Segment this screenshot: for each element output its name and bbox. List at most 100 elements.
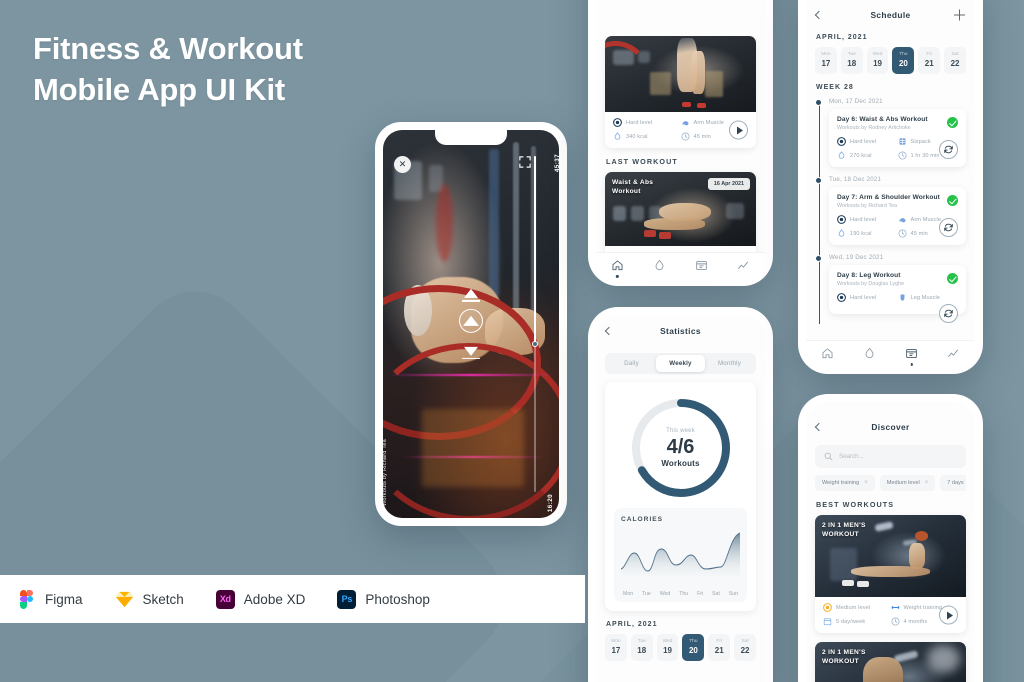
detail-label: 1 hr 30 min bbox=[910, 152, 940, 159]
video-progress-slider[interactable] bbox=[532, 156, 538, 492]
athlete-shoe bbox=[857, 581, 870, 588]
gym-glow bbox=[926, 644, 960, 673]
schedule-card[interactable]: Day 8: Leg Workout Workouts by Douglas L… bbox=[829, 265, 966, 323]
detail-frequency: 5 day/week bbox=[823, 617, 891, 626]
day-cell[interactable]: Fri 21 bbox=[708, 634, 731, 661]
detail-muscle: Leg Muscle bbox=[898, 293, 959, 302]
x-label: Mon bbox=[623, 591, 634, 597]
section-label-best-workouts: BEST WORKOUTS bbox=[816, 500, 895, 509]
detail-label: Hard level bbox=[850, 216, 877, 223]
discover-card[interactable]: 2 IN 1 MEN'S WORKOUT Medium level Weight… bbox=[815, 515, 966, 633]
search-input[interactable]: Search... bbox=[815, 445, 966, 468]
x-label: Fri bbox=[697, 591, 704, 597]
day-cell[interactable]: Fri 21 bbox=[918, 47, 941, 74]
weekly-stats-card: This week 4/6 Workouts CALORIES Mon Tue … bbox=[605, 382, 756, 611]
gym-glow bbox=[421, 409, 524, 487]
nav-schedule[interactable] bbox=[694, 258, 710, 274]
dumbbell-icon bbox=[891, 606, 899, 609]
day-cell[interactable]: Wed 19 bbox=[866, 47, 889, 74]
day-cell[interactable]: Tue 18 bbox=[840, 47, 863, 74]
stats-icon bbox=[948, 349, 959, 357]
nav-home[interactable] bbox=[819, 346, 835, 362]
athlete-leg bbox=[691, 51, 705, 94]
repeat-button[interactable] bbox=[939, 218, 958, 237]
day-cell[interactable]: Wed 19 bbox=[656, 634, 679, 661]
nav-home[interactable] bbox=[609, 258, 625, 278]
play-button[interactable] bbox=[729, 120, 748, 140]
detail-label: Medium level bbox=[836, 604, 871, 611]
progress-knob[interactable] bbox=[532, 341, 538, 348]
skip-back-icon[interactable] bbox=[464, 346, 478, 356]
gym-window bbox=[612, 206, 627, 221]
nav-stats[interactable] bbox=[736, 258, 752, 274]
discover-card[interactable]: 2 IN 1 MEN'S WORKOUT bbox=[815, 642, 966, 682]
chip-remove-icon[interactable]: × bbox=[925, 480, 929, 486]
detail-level: Hard level bbox=[837, 137, 898, 146]
repeat-button[interactable] bbox=[939, 140, 958, 159]
meta-row: Hard level Leg Muscle bbox=[837, 293, 958, 302]
figma-icon bbox=[17, 589, 36, 609]
filter-chip[interactable]: Weight training × bbox=[815, 475, 875, 491]
day-cell[interactable]: Tue 18 bbox=[630, 634, 653, 661]
day-cell-selected[interactable]: Thu 20 bbox=[892, 47, 915, 74]
nav-activity[interactable] bbox=[861, 346, 877, 362]
day-of-week: Sat bbox=[951, 52, 959, 57]
expand-icon[interactable] bbox=[519, 156, 531, 168]
gym-window bbox=[725, 203, 744, 220]
repeat-button[interactable] bbox=[939, 304, 958, 323]
timeline-dot bbox=[815, 177, 822, 184]
back-icon[interactable] bbox=[814, 422, 824, 432]
schedule-title: Day 6: Waist & Abs Workout bbox=[837, 116, 928, 123]
level-icon bbox=[837, 215, 846, 224]
nav-schedule[interactable] bbox=[904, 346, 920, 366]
back-icon[interactable] bbox=[604, 326, 614, 336]
level-icon bbox=[837, 137, 846, 146]
filter-chips: Weight training × Medium level × 7 days … bbox=[815, 475, 966, 491]
completed-badge bbox=[947, 195, 958, 206]
tab-daily[interactable]: Daily bbox=[607, 355, 656, 372]
last-workout-card[interactable]: Waist & Abs Workout 16 Apr 2021 Hard lev… bbox=[605, 172, 756, 252]
timeline-dot bbox=[815, 255, 822, 262]
detail-label: 5 day/week bbox=[836, 618, 866, 625]
gym-plate bbox=[435, 184, 454, 262]
calendar-icon bbox=[823, 618, 832, 626]
neon-light bbox=[386, 374, 556, 377]
nav-active-dot bbox=[910, 363, 913, 366]
day-cell[interactable]: Mon 17 bbox=[605, 634, 627, 661]
elapsed-time: 45:37 bbox=[554, 154, 559, 173]
play-button[interactable] bbox=[939, 605, 958, 625]
day-cell[interactable]: Mon 17 bbox=[815, 47, 837, 74]
filter-chip[interactable]: 7 days × bbox=[940, 475, 966, 491]
day-of-week: Wed bbox=[872, 52, 883, 57]
calories-title: CALORIES bbox=[621, 516, 664, 523]
chip-remove-icon[interactable]: × bbox=[864, 480, 868, 486]
close-icon[interactable]: ✕ bbox=[394, 156, 411, 173]
day-cell-selected[interactable]: Thu 20 bbox=[682, 634, 705, 661]
day-cell[interactable]: Sat 22 bbox=[734, 634, 756, 661]
tab-monthly[interactable]: Monthly bbox=[705, 355, 754, 372]
schedule-card[interactable]: Day 6: Waist & Abs Workout Workouts by R… bbox=[829, 109, 966, 167]
schedule-card[interactable]: Day 7: Arm & Shoulder Workout Workouts b… bbox=[829, 187, 966, 245]
flame-icon bbox=[865, 347, 874, 359]
back-icon[interactable] bbox=[814, 10, 824, 20]
workout-progress-ring: This week 4/6 Workouts bbox=[629, 396, 733, 500]
detail-calories: 340 kcal bbox=[613, 132, 681, 141]
nav-stats[interactable] bbox=[946, 346, 962, 362]
featured-workout-card[interactable]: Hard level Arm Muscle 340 kcal 45 min bbox=[605, 36, 756, 148]
play-pause-button[interactable] bbox=[459, 308, 483, 333]
tab-weekly[interactable]: Weekly bbox=[656, 355, 705, 372]
day-cell[interactable]: Sat 22 bbox=[944, 47, 966, 74]
skip-forward-icon[interactable] bbox=[464, 288, 478, 298]
nav-activity[interactable] bbox=[651, 258, 667, 274]
schedule-date: Tue, 18 Dec 2021 bbox=[829, 176, 882, 183]
skip-forward-bar bbox=[462, 299, 480, 302]
title-line-1: Fitness & Workout bbox=[33, 31, 303, 66]
athlete-arm bbox=[908, 542, 926, 570]
repeat-icon bbox=[944, 145, 953, 154]
schedule-icon bbox=[696, 260, 707, 271]
add-icon[interactable] bbox=[954, 9, 965, 21]
day-of-week: Fri bbox=[716, 639, 723, 644]
phone-video-player: ✕ 45:37 16:20 Workouts by Richard Tea bbox=[375, 122, 567, 526]
tool-label: Sketch bbox=[142, 591, 184, 607]
filter-chip[interactable]: Medium level × bbox=[879, 475, 936, 491]
